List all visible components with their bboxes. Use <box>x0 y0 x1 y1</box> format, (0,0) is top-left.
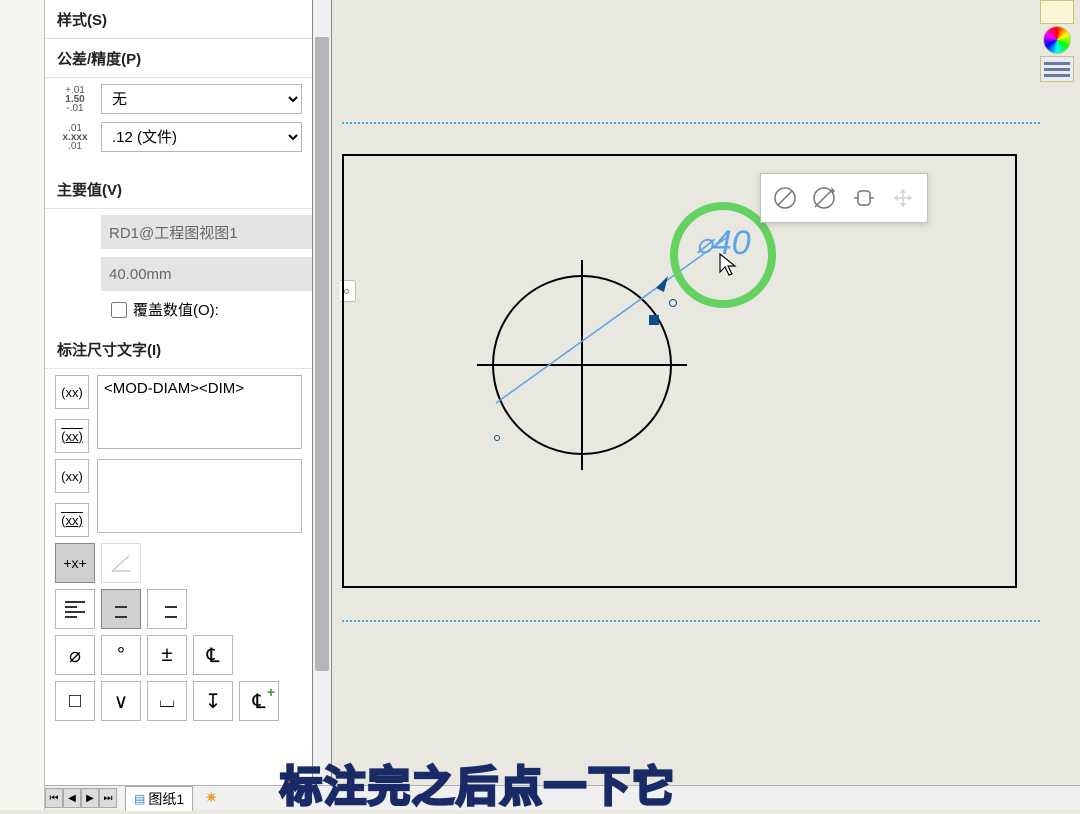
ctx-diameter-icon[interactable] <box>768 181 802 215</box>
right-toolbar <box>1034 0 1080 82</box>
leader-grip-mid[interactable] <box>669 299 677 307</box>
left-gutter <box>0 0 45 810</box>
chevron-down-button[interactable]: ∨ <box>101 681 141 721</box>
primary-body: ▲ ▼ 覆盖数值(O): <box>45 209 312 330</box>
insert-left-button[interactable]: +x+ <box>55 543 95 583</box>
plusminus-button[interactable]: ± <box>147 635 187 675</box>
precision-select[interactable]: .12 (文件) <box>101 122 302 152</box>
nav-last-button[interactable]: ⏭ <box>99 788 117 808</box>
nav-prev-button[interactable]: ◀ <box>63 788 81 808</box>
context-toolbar <box>760 173 928 223</box>
appearance-button[interactable] <box>1040 0 1074 24</box>
guide-bottom <box>342 620 1040 622</box>
align-left-button[interactable] <box>55 589 95 629</box>
ctx-move-icon[interactable] <box>886 181 920 215</box>
prefix-parens-button[interactable]: (xx) <box>55 375 89 409</box>
tolerance-body: +.011.50-.01 无 .01x.xxx.01 .12 (文件) <box>45 78 312 170</box>
suffix-parens-button[interactable]: (xx) <box>55 459 89 493</box>
counterbore-button[interactable]: ⌴ <box>147 681 187 721</box>
angle-button <box>101 543 141 583</box>
ctx-radius-icon[interactable] <box>807 181 841 215</box>
precision-icon: .01x.xxx.01 <box>55 124 95 151</box>
section-primary[interactable]: 主要值(V) <box>45 170 312 209</box>
diameter-symbol-button[interactable]: ⌀ <box>55 635 95 675</box>
dimtext-body: (xx) (xx) <MOD-DIAM><DIM> (xx) (xx) +x+ … <box>45 369 312 737</box>
align-center-button[interactable] <box>101 589 141 629</box>
tolerance-type-select[interactable]: 无 <box>101 84 302 114</box>
depth-button[interactable]: ↧ <box>193 681 233 721</box>
tolerance-type-icon: +.011.50-.01 <box>55 86 95 113</box>
nav-next-button[interactable]: ▶ <box>81 788 99 808</box>
phi-symbol: ⌀ <box>696 227 713 260</box>
degree-symbol-button[interactable]: ° <box>101 635 141 675</box>
color-wheel-button[interactable] <box>1043 26 1071 54</box>
suffix-box-button[interactable]: (xx) <box>55 503 89 537</box>
section-style[interactable]: 样式(S) <box>45 0 312 39</box>
dim-text-upper[interactable]: <MOD-DIAM><DIM> <box>97 375 302 449</box>
sheet-icon: ▤ <box>134 792 145 806</box>
mouse-cursor <box>718 252 740 283</box>
add-symbol-button[interactable]: ℄+ <box>239 681 279 721</box>
dim-value-field[interactable] <box>101 257 313 291</box>
nav-first-button[interactable]: ⏮ <box>45 788 63 808</box>
guide-top <box>342 122 1040 124</box>
scroll-thumb[interactable] <box>315 37 329 671</box>
panel-scrollbar[interactable] <box>313 0 332 785</box>
endpoint-dot <box>494 435 500 441</box>
dim-text-lower[interactable] <box>97 459 302 533</box>
square-symbol-button[interactable]: □ <box>55 681 95 721</box>
centerline-button[interactable]: ℄ <box>193 635 233 675</box>
override-label: 覆盖数值(O): <box>133 299 219 320</box>
section-tolerance[interactable]: 公差/精度(P) <box>45 39 312 78</box>
align-right-button[interactable] <box>147 589 187 629</box>
section-dimtext[interactable]: 标注尺寸文字(I) <box>45 330 312 369</box>
dim-name-field[interactable] <box>101 215 313 249</box>
video-caption: 标注完之后点一下它 <box>280 753 676 814</box>
prefix-box-button[interactable]: (xx) <box>55 419 89 453</box>
sheet-tab[interactable]: ▤ 图纸1 <box>125 786 193 811</box>
override-checkbox[interactable] <box>111 302 127 318</box>
ctx-linear-icon[interactable] <box>847 181 881 215</box>
list-view-button[interactable] <box>1040 56 1074 82</box>
property-panel: 样式(S) 公差/精度(P) +.011.50-.01 无 .01x.xxx.0… <box>45 0 313 785</box>
new-sheet-button[interactable]: ✷ <box>199 788 223 808</box>
leader-grip-start[interactable] <box>649 315 659 325</box>
